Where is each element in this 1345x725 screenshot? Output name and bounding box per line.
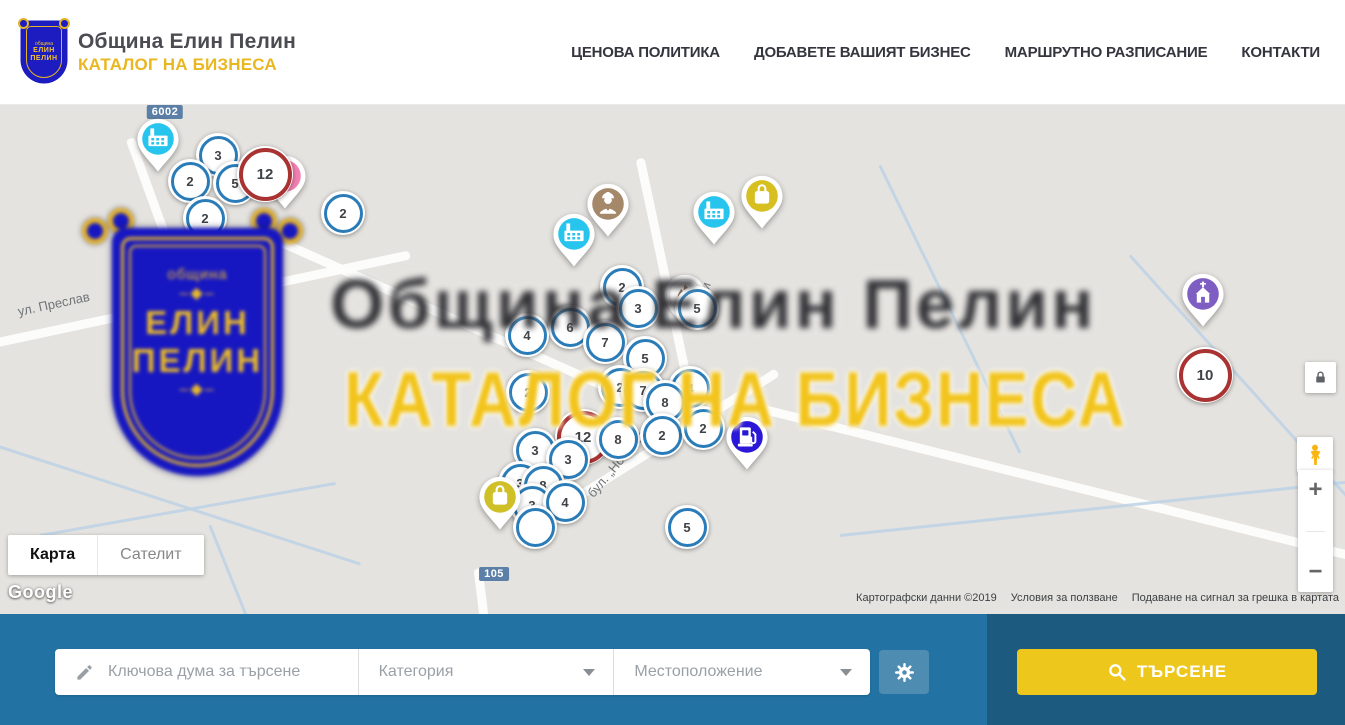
map-cluster-marker[interactable]: 5 <box>665 505 709 549</box>
pencil-icon <box>75 663 94 682</box>
map-cluster-marker[interactable]: 2 <box>640 413 684 457</box>
map-cluster-marker[interactable]: 8 <box>596 417 640 461</box>
pegman-icon <box>1303 443 1327 467</box>
category-select[interactable]: Категория <box>359 649 614 695</box>
keyword-search-input[interactable] <box>106 662 330 682</box>
map-pin-marker[interactable] <box>692 190 736 251</box>
zoom-control: + − <box>1298 470 1333 592</box>
attribution-report-link[interactable]: Подаване на сигнал за грешка в картата <box>1132 592 1339 604</box>
map-cluster-marker[interactable]: 12 <box>237 146 293 202</box>
chevron-down-icon <box>583 669 595 676</box>
map-pin-marker[interactable] <box>478 475 522 536</box>
street-label: ул. Преслав <box>16 289 91 319</box>
site-subtitle: КАТАЛОГ НА БИЗНЕСА <box>78 54 296 75</box>
map-cluster-marker[interactable]: 5 <box>675 286 719 330</box>
map-cluster-marker[interactable]: 2 <box>506 370 550 414</box>
site-brand[interactable]: община ЕЛИН ПЕЛИН Община Елин Пелин КАТА… <box>22 22 296 82</box>
google-logo[interactable]: Google <box>8 582 73 603</box>
advanced-options-button[interactable] <box>879 650 929 694</box>
search-button-panel: ТЪРСЕНЕ <box>987 614 1345 725</box>
chevron-down-icon <box>840 669 852 676</box>
gear-icon <box>894 662 915 683</box>
map-cluster-marker[interactable]: 4 <box>505 313 549 357</box>
map-cluster-marker[interactable]: 2 <box>681 406 725 450</box>
attribution-terms-link[interactable]: Условия за ползване <box>1011 592 1118 604</box>
map-pin-marker[interactable] <box>740 174 784 235</box>
map-cluster-marker[interactable]: 7 <box>583 320 627 364</box>
site-header: община ЕЛИН ПЕЛИН Община Елин Пелин КАТА… <box>0 0 1345 105</box>
map-cluster-marker[interactable]: 10 <box>1177 347 1233 403</box>
search-submit-button[interactable]: ТЪРСЕНЕ <box>1017 649 1317 695</box>
attribution-copyright: Картографски данни ©2019 <box>856 592 997 604</box>
map-pin-marker[interactable] <box>552 212 596 273</box>
map-pin-marker[interactable] <box>725 415 769 476</box>
location-select[interactable]: Местоположение <box>614 649 870 695</box>
map-cluster-marker[interactable]: 2 <box>321 191 365 235</box>
main-nav: ЦЕНОВА ПОЛИТИКА ДОБАВЕТЕ ВАШИЯТ БИЗНЕС М… <box>571 0 1320 104</box>
keyword-field[interactable] <box>55 649 358 695</box>
nav-item-route-schedule[interactable]: МАРШРУТНО РАЗПИСАНИЕ <box>1005 44 1208 61</box>
municipality-crest-logo: община ЕЛИН ПЕЛИН <box>22 22 66 82</box>
map-type-control: Карта Сателит <box>8 535 204 575</box>
lock-icon <box>1312 369 1329 386</box>
search-bar: Категория Местоположение <box>0 614 1345 725</box>
zoom-out-button[interactable]: − <box>1298 560 1333 584</box>
search-field-group: Категория Местоположение <box>55 649 870 695</box>
map-cluster-marker[interactable]: 3 <box>616 286 660 330</box>
map-pin-marker[interactable] <box>1181 272 1225 333</box>
map-attribution: Картографски данни ©2019 Условия за полз… <box>856 592 1339 604</box>
watermark-crest-logo: община –◆– ЕЛИН ПЕЛИН –◆– <box>82 216 303 478</box>
map-cluster-marker[interactable]: 2 <box>183 196 227 240</box>
pegman-control[interactable] <box>1297 437 1333 473</box>
nav-item-add-business[interactable]: ДОБАВЕТЕ ВАШИЯТ БИЗНЕС <box>754 44 971 61</box>
nav-item-pricing[interactable]: ЦЕНОВА ПОЛИТИКА <box>571 44 720 61</box>
fullscreen-lock-button[interactable] <box>1305 362 1336 393</box>
search-icon <box>1107 662 1127 682</box>
map-type-satellite-button[interactable]: Сателит <box>97 535 203 575</box>
zoom-in-button[interactable]: + <box>1298 478 1333 502</box>
map-type-map-button[interactable]: Карта <box>8 535 97 575</box>
google-map[interactable]: ул. Преславциибул. „Новосел 6002105 3251… <box>0 104 1345 614</box>
site-title: Община Елин Пелин <box>78 30 296 54</box>
nav-item-contacts[interactable]: КОНТАКТИ <box>1241 44 1320 61</box>
road-number-badge: 105 <box>479 567 509 581</box>
map-pin-marker[interactable] <box>136 117 180 178</box>
